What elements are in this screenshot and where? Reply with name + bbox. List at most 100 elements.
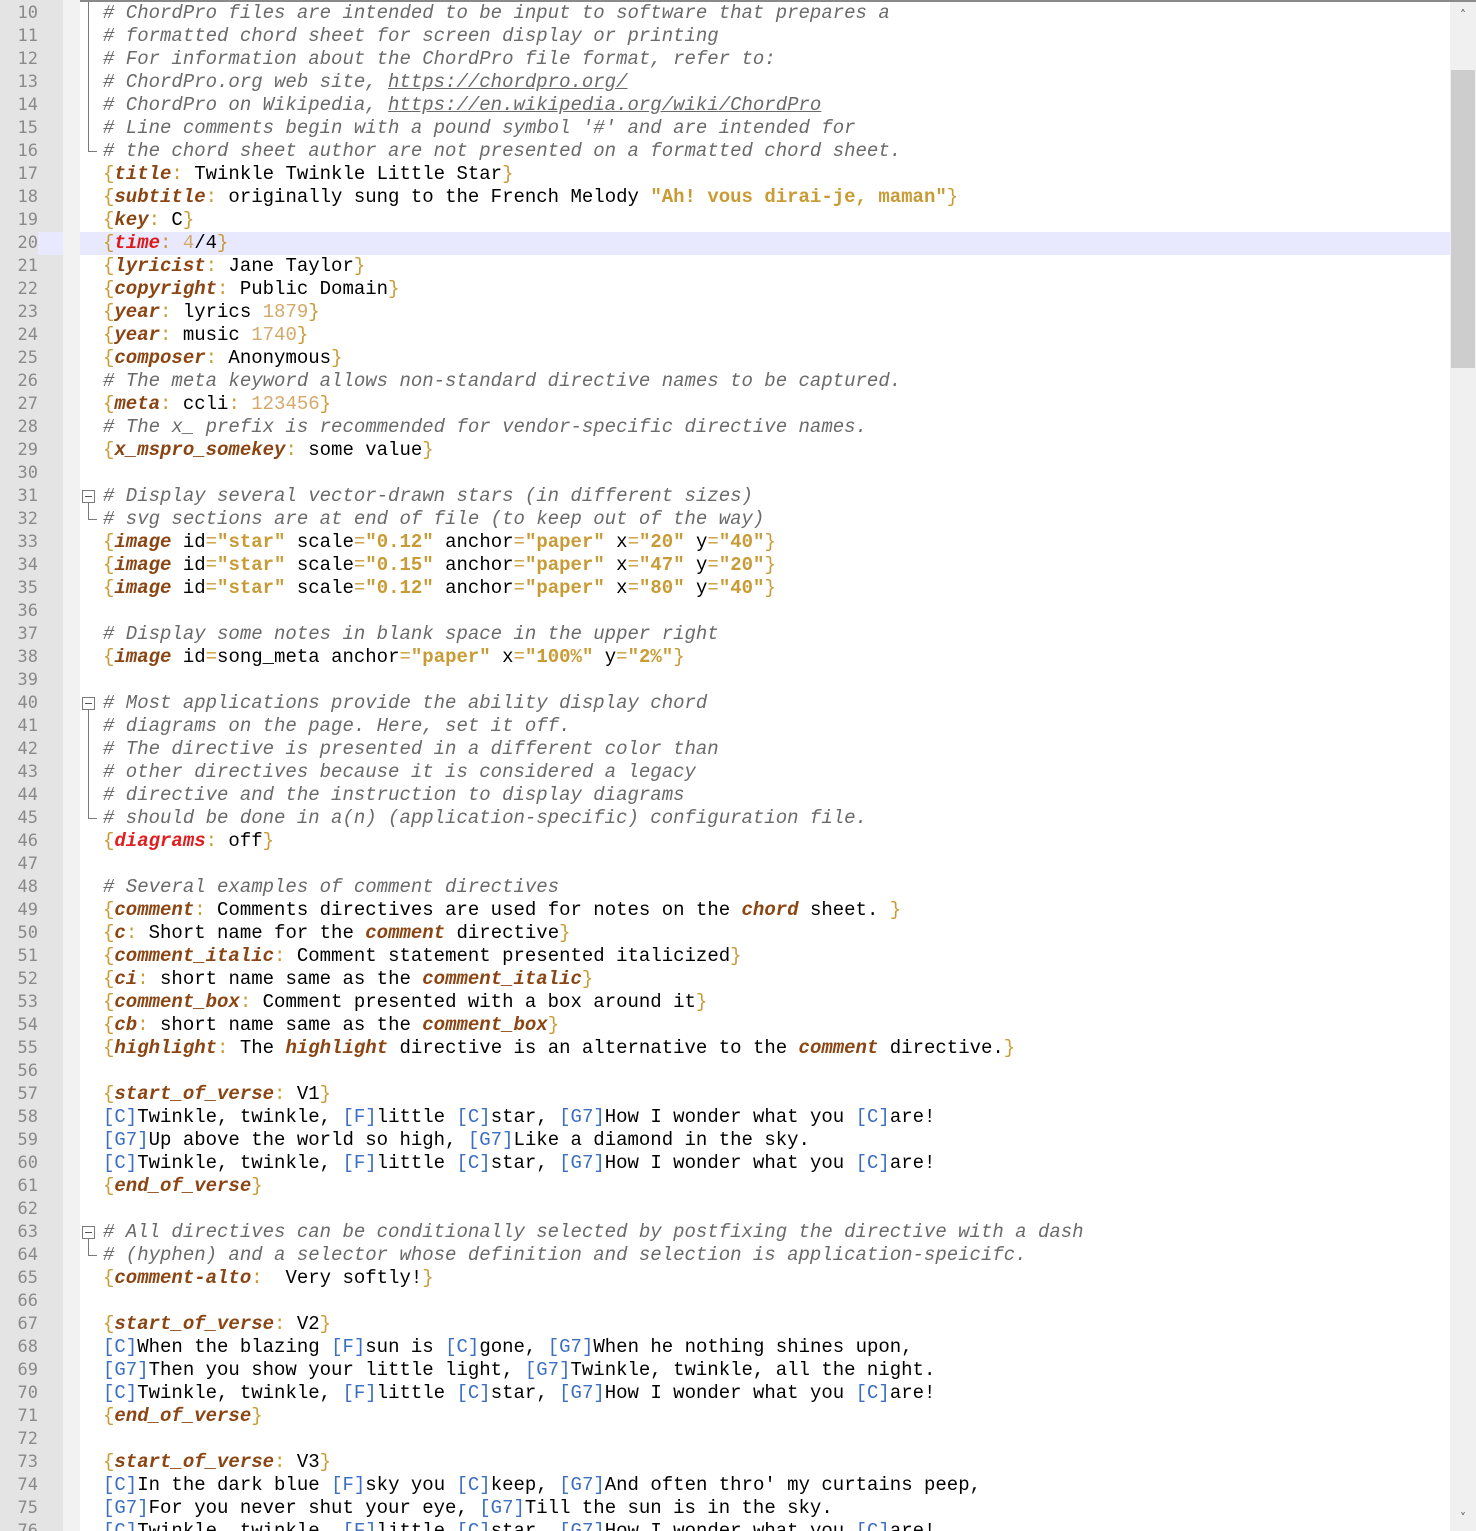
code-text[interactable]: # The directive is presented in a differ…: [103, 738, 719, 761]
fold-collapse-icon[interactable]: [82, 490, 95, 503]
code-line[interactable]: 59 [G7]Up above the world so high, [G7]Li…: [0, 1129, 1450, 1152]
code-line[interactable]: 32 # svg sections are at end of file (to …: [0, 508, 1450, 531]
code-text[interactable]: [C]Twinkle, twinkle, [F]little [C]star, …: [103, 1106, 935, 1129]
code-text[interactable]: # Most applications provide the ability …: [103, 692, 707, 715]
code-text[interactable]: # All directives can be conditionally se…: [103, 1221, 1084, 1244]
code-line[interactable]: 57 {start_of_verse: V1}: [0, 1083, 1450, 1106]
code-line[interactable]: 11 # formatted chord sheet for screen dis…: [0, 25, 1450, 48]
code-line[interactable]: 25 {composer: Anonymous}: [0, 347, 1450, 370]
code-text[interactable]: {time: 4/4}: [103, 232, 228, 255]
code-line[interactable]: 19 {key: C}: [0, 209, 1450, 232]
code-line[interactable]: 40 # Most applications provide the abilit…: [0, 692, 1450, 715]
code-text[interactable]: # The meta keyword allows non-standard d…: [103, 370, 901, 393]
code-text[interactable]: [G7]Then you show your little light, [G7…: [103, 1359, 935, 1382]
code-text[interactable]: {lyricist: Jane Taylor}: [103, 255, 365, 278]
code-line[interactable]: 35 {image id="star" scale="0.12" anchor="…: [0, 577, 1450, 600]
code-line[interactable]: 18 {subtitle: originally sung to the Fren…: [0, 186, 1450, 209]
code-text[interactable]: # Display several vector-drawn stars (in…: [103, 485, 753, 508]
code-line[interactable]: 15 # Line comments begin with a pound sym…: [0, 117, 1450, 140]
code-line[interactable]: 29 {x_mspro_somekey: some value}: [0, 439, 1450, 462]
code-text[interactable]: [G7]Up above the world so high, [G7]Like…: [103, 1129, 810, 1152]
code-text[interactable]: [C]Twinkle, twinkle, [F]little [C]star, …: [103, 1152, 935, 1175]
code-line[interactable]: 47: [0, 853, 1450, 876]
code-text[interactable]: # should be done in a(n) (application-sp…: [103, 807, 867, 830]
code-text[interactable]: # ChordPro files are intended to be inpu…: [103, 2, 890, 25]
fold-collapse-icon[interactable]: [82, 1226, 95, 1239]
code-line[interactable]: 55 {highlight: The highlight directive is…: [0, 1037, 1450, 1060]
code-line[interactable]: 65 {comment-alto: Very softly!}: [0, 1267, 1450, 1290]
vertical-scrollbar[interactable]: ˄ ˅: [1450, 2, 1476, 1531]
code-line[interactable]: 30: [0, 462, 1450, 485]
code-text[interactable]: # other directives because it is conside…: [103, 761, 696, 784]
code-text[interactable]: {ci: short name same as the comment_ital…: [103, 968, 593, 991]
code-text[interactable]: # ChordPro on Wikipedia, https://en.wiki…: [103, 94, 821, 117]
code-text[interactable]: # ChordPro.org web site, https://chordpr…: [103, 71, 628, 94]
code-line[interactable]: 13 # ChordPro.org web site, https://chord…: [0, 71, 1450, 94]
code-line[interactable]: 63 # All directives can be conditionally …: [0, 1221, 1450, 1244]
code-line[interactable]: 60 [C]Twinkle, twinkle, [F]little [C]star…: [0, 1152, 1450, 1175]
code-line[interactable]: 33 {image id="star" scale="0.12" anchor="…: [0, 531, 1450, 554]
code-text[interactable]: {end_of_verse}: [103, 1175, 263, 1198]
code-text[interactable]: {image id="star" scale="0.12" anchor="pa…: [103, 577, 776, 600]
code-line[interactable]: 76 [C]Twinkle, twinkle, [F]little [C]star…: [0, 1520, 1450, 1531]
code-text[interactable]: {subtitle: originally sung to the French…: [103, 186, 958, 209]
code-text[interactable]: [G7]For you never shut your eye, [G7]Til…: [103, 1497, 833, 1520]
fold-collapse-icon[interactable]: [82, 697, 95, 710]
code-line[interactable]: 43 # other directives because it is consi…: [0, 761, 1450, 784]
code-text[interactable]: # Line comments begin with a pound symbo…: [103, 117, 856, 140]
code-line[interactable]: 44 # directive and the instruction to dis…: [0, 784, 1450, 807]
code-text[interactable]: {year: music 1740}: [103, 324, 308, 347]
code-text[interactable]: {image id=song_meta anchor="paper" x="10…: [103, 646, 685, 669]
code-line[interactable]: 54 {cb: short name same as the comment_bo…: [0, 1014, 1450, 1037]
code-line[interactable]: 56: [0, 1060, 1450, 1083]
code-text[interactable]: {image id="star" scale="0.15" anchor="pa…: [103, 554, 776, 577]
code-line[interactable]: 52 {ci: short name same as the comment_it…: [0, 968, 1450, 991]
code-text[interactable]: {key: C}: [103, 209, 194, 232]
code-text[interactable]: {meta: ccli: 123456}: [103, 393, 331, 416]
code-line[interactable]: 24 {year: music 1740}: [0, 324, 1450, 347]
code-line[interactable]: 62: [0, 1198, 1450, 1221]
code-line[interactable]: 53 {comment_box: Comment presented with a…: [0, 991, 1450, 1014]
code-line[interactable]: 37 # Display some notes in blank space in…: [0, 623, 1450, 646]
code-text[interactable]: {copyright: Public Domain}: [103, 278, 399, 301]
code-text[interactable]: {diagrams: off}: [103, 830, 274, 853]
code-text[interactable]: # (hyphen) and a selector whose definiti…: [103, 1244, 1027, 1267]
code-text[interactable]: {comment-alto: Very softly!}: [103, 1267, 434, 1290]
code-line[interactable]: 61 {end_of_verse}: [0, 1175, 1450, 1198]
code-text[interactable]: {end_of_verse}: [103, 1405, 263, 1428]
comment-token[interactable]: https://chordpro.org/: [388, 71, 627, 93]
code-text[interactable]: {comment_italic: Comment statement prese…: [103, 945, 742, 968]
code-text[interactable]: # Display some notes in blank space in t…: [103, 623, 719, 646]
code-text[interactable]: # For information about the ChordPro fil…: [103, 48, 776, 71]
code-line[interactable]: 41 # diagrams on the page. Here, set it o…: [0, 715, 1450, 738]
code-line[interactable]: 70 [C]Twinkle, twinkle, [F]little [C]star…: [0, 1382, 1450, 1405]
code-line[interactable]: 49 {comment: Comments directives are used…: [0, 899, 1450, 922]
code-line[interactable]: 27 {meta: ccli: 123456}: [0, 393, 1450, 416]
code-line[interactable]: 74 [C]In the dark blue [F]sky you [C]keep…: [0, 1474, 1450, 1497]
code-text[interactable]: [C]In the dark blue [F]sky you [C]keep, …: [103, 1474, 981, 1497]
code-text[interactable]: {highlight: The highlight directive is a…: [103, 1037, 1015, 1060]
code-line[interactable]: 69 [G7]Then you show your little light, […: [0, 1359, 1450, 1382]
code-line[interactable]: 34 {image id="star" scale="0.15" anchor="…: [0, 554, 1450, 577]
code-text[interactable]: [C]Twinkle, twinkle, [F]little [C]star, …: [103, 1382, 935, 1405]
code-line[interactable]: 12 # For information about the ChordPro f…: [0, 48, 1450, 71]
code-text[interactable]: # Several examples of comment directives: [103, 876, 559, 899]
code-text[interactable]: [C]Twinkle, twinkle, [F]little [C]star, …: [103, 1520, 935, 1531]
code-editor[interactable]: 10 # ChordPro files are intended to be in…: [0, 0, 1476, 1531]
scroll-down-arrow-icon[interactable]: ˅: [1450, 1505, 1476, 1531]
scrollbar-thumb[interactable]: [1451, 70, 1475, 368]
code-line[interactable]: 20 {time: 4/4}: [0, 232, 1450, 255]
code-text[interactable]: # The x_ prefix is recommended for vendo…: [103, 416, 867, 439]
code-line[interactable]: 14 # ChordPro on Wikipedia, https://en.wi…: [0, 94, 1450, 117]
scroll-up-arrow-icon[interactable]: ˄: [1450, 2, 1476, 28]
code-text[interactable]: # directive and the instruction to displ…: [103, 784, 685, 807]
code-text[interactable]: # the chord sheet author are not present…: [103, 140, 901, 163]
code-line[interactable]: 48 # Several examples of comment directiv…: [0, 876, 1450, 899]
code-text[interactable]: [C]When the blazing [F]sun is [C]gone, […: [103, 1336, 913, 1359]
code-line[interactable]: 71 {end_of_verse}: [0, 1405, 1450, 1428]
code-line[interactable]: 73 {start_of_verse: V3}: [0, 1451, 1450, 1474]
code-text[interactable]: {cb: short name same as the comment_box}: [103, 1014, 559, 1037]
code-line[interactable]: 23 {year: lyrics 1879}: [0, 301, 1450, 324]
code-line[interactable]: 16 # the chord sheet author are not prese…: [0, 140, 1450, 163]
code-text[interactable]: # svg sections are at end of file (to ke…: [103, 508, 764, 531]
